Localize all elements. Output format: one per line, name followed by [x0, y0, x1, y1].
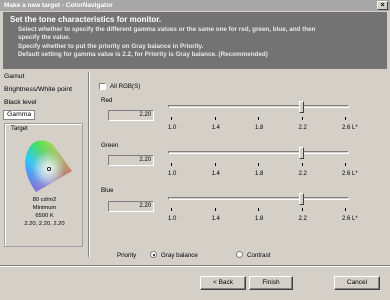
tick-label: 2.2 [298, 216, 307, 222]
tick-label: 2.6 L* [342, 125, 358, 131]
red-value-field[interactable]: 2.20 [108, 110, 154, 121]
slider-tick [214, 117, 216, 120]
priority-label: Priority [117, 252, 137, 259]
radio-selected-dot [152, 253, 155, 256]
title-bar: Make a new target - ColorNavigator × [0, 0, 390, 11]
tick-label: 2.2 [298, 171, 307, 177]
target-black-level: Minimum [32, 205, 57, 211]
target-summary: Target 80 cd/m2 Minimum 6500 K 2.20, 2.2… [4, 123, 83, 247]
finish-button[interactable]: Finish [249, 276, 293, 290]
tick-label: 1.8 [255, 171, 264, 177]
instruction-line: Default setting for gamma value is 2.2, … [18, 51, 268, 59]
slider-tick [301, 117, 303, 120]
blue-slider-track[interactable] [168, 197, 349, 200]
colornavigator-window: Make a new target - ColorNavigator × Set… [0, 0, 390, 300]
close-icon[interactable]: × [377, 1, 388, 10]
slider-tick [345, 208, 346, 211]
slider-tick [258, 163, 259, 166]
instruction-text: Select whether to specify the different … [18, 26, 383, 60]
tick-label: 2.6 L* [342, 171, 358, 177]
contrast-label[interactable]: Contrast [247, 252, 270, 259]
page-heading: Set the tone characteristics for monitor… [10, 15, 162, 24]
slider-tick [171, 208, 172, 211]
instruction-header: Set the tone characteristics for monitor… [3, 12, 387, 69]
target-white-point: 6500 K [35, 213, 54, 219]
instruction-line: Select whether to specify the different … [18, 26, 316, 33]
blue-value-field[interactable]: 2.20 [108, 201, 154, 212]
tick-label: 1.4 [211, 216, 220, 222]
contrast-radio[interactable] [236, 251, 243, 258]
slider-tick [171, 163, 172, 166]
all-rgb-checkbox[interactable] [99, 83, 106, 90]
slider-tick [345, 163, 346, 166]
slider-tick [258, 208, 259, 211]
instruction-line: specify the value. [18, 34, 71, 42]
green-slider-thumb[interactable] [298, 147, 304, 159]
slider-tick [171, 117, 172, 120]
vertical-divider [88, 72, 90, 257]
blue-label: Blue [101, 187, 114, 194]
tick-label: 1.8 [255, 216, 264, 222]
blue-slider-thumb[interactable] [298, 193, 304, 205]
back-button[interactable]: < Back [200, 276, 246, 290]
tick-label: 1.0 [168, 216, 177, 222]
tick-label: 2.2 [298, 125, 307, 131]
nav-item-gamut[interactable]: Gamut [4, 73, 24, 80]
slider-tick [258, 117, 259, 120]
slider-tick [345, 117, 346, 120]
tick-label: 1.4 [211, 125, 220, 131]
tick-label: 1.4 [211, 171, 220, 177]
cancel-button[interactable]: Cancel [334, 276, 380, 290]
all-rgb-label: All RGB(S) [110, 83, 141, 90]
tick-label: 1.8 [255, 125, 264, 131]
tick-label: 2.6 L* [342, 216, 358, 222]
green-value-field[interactable]: 2.20 [108, 155, 154, 166]
chromaticity-diagram-icon [25, 140, 72, 192]
red-slider-thumb[interactable] [298, 101, 304, 113]
green-slider-track[interactable] [168, 151, 349, 154]
gray-balance-radio[interactable] [150, 251, 157, 258]
gray-balance-label[interactable]: Gray balance [161, 252, 198, 259]
footer-divider [0, 265, 390, 267]
instruction-line: Specify whether to put the priority on G… [18, 42, 204, 50]
window-title: Make a new target - ColorNavigator [4, 2, 113, 9]
nav-item-black-level[interactable]: Black level [4, 99, 37, 106]
slider-tick [214, 163, 216, 166]
tick-label: 1.0 [168, 125, 177, 131]
slider-tick [301, 208, 303, 211]
nav-item-gamma[interactable]: Gamma [3, 110, 36, 120]
target-luminance: 80 cd/m2 [32, 197, 57, 203]
red-slider-track[interactable] [168, 105, 349, 108]
red-label: Red [101, 97, 113, 104]
slider-tick [301, 163, 303, 166]
green-label: Green [101, 142, 119, 149]
nav-item-brightness-white-point[interactable]: Brightness/White point [4, 86, 72, 93]
target-label: Target [11, 126, 28, 132]
slider-tick [214, 208, 216, 211]
tick-label: 1.0 [168, 171, 177, 177]
target-gamma: 2.20, 2.20, 2.20 [24, 221, 65, 227]
